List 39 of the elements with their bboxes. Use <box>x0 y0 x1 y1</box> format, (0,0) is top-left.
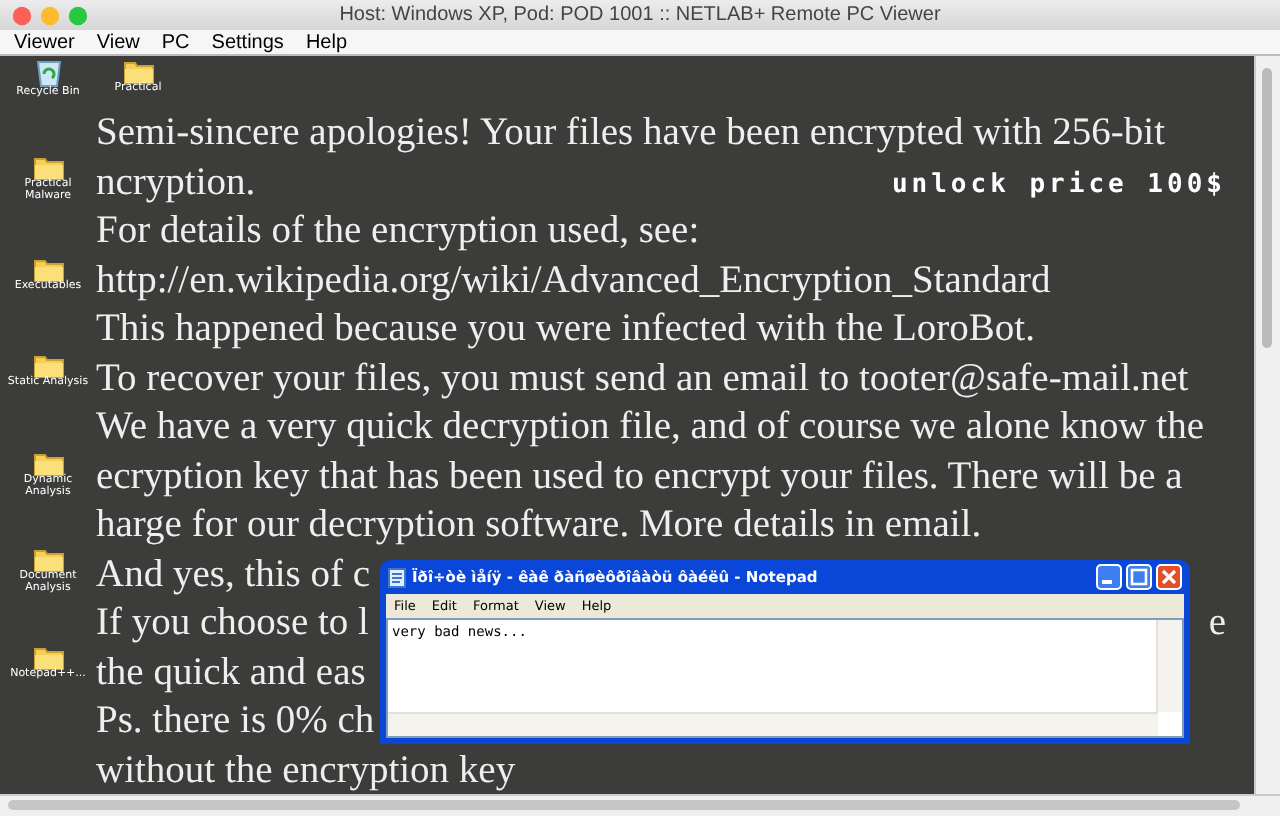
folder-icon[interactable] <box>123 58 153 84</box>
menu-item[interactable]: Settings <box>211 31 284 53</box>
note-text: ncryption. <box>96 161 256 206</box>
notepad-icon <box>388 567 406 587</box>
note-text: http://en.wikipedia.org/wiki/Advanced_Encryption_Standard <box>96 259 1051 304</box>
vertical-scrollbar[interactable] <box>1156 620 1182 712</box>
menu-item[interactable]: View <box>96 31 140 53</box>
close-button[interactable] <box>1156 564 1182 590</box>
minimize-button[interactable] <box>1096 564 1122 590</box>
note-text: Ps. there is 0% ch <box>96 700 375 745</box>
menu-item[interactable]: Viewer <box>14 31 75 53</box>
folder-icon[interactable] <box>33 154 63 180</box>
note-text: without the encryption key <box>96 749 516 794</box>
horizontal-scrollbar[interactable] <box>388 712 1158 736</box>
folder-icon[interactable] <box>33 546 63 572</box>
menu-item[interactable]: PC <box>161 31 190 53</box>
folder-icon[interactable] <box>33 352 63 378</box>
vertical-scrollbar[interactable] <box>1254 56 1280 794</box>
note-text: We have a very quick decryption file, and of course we alone know the <box>96 406 1204 451</box>
folder-icon[interactable] <box>33 450 63 476</box>
note-text: Semi-sincere apologies! Your files have been encrypted with 256-bit <box>96 112 1165 157</box>
note-text: And yes, this of c <box>96 553 371 598</box>
menu-item[interactable]: Help <box>305 31 348 53</box>
note-text: the quick and eas <box>96 651 366 696</box>
note-text: To recover your files, you must send an email to tooter@safe-mail.net <box>96 357 1189 402</box>
horizontal-scrollbar[interactable] <box>0 794 1280 816</box>
price-text: unlock price 100$ <box>891 170 1226 200</box>
close-button[interactable] <box>12 5 32 25</box>
note-text: harge for our decryption software. More details in email. <box>96 504 982 549</box>
recycle-bin-icon[interactable] <box>33 58 63 88</box>
note-text: ecryption key that has been used to encrypt your files. There will be a <box>96 455 1183 500</box>
window-title: Host: Windows XP, Pod: POD 1001 :: NETLAB+ Remote PC Viewer <box>337 4 943 26</box>
folder-icon[interactable] <box>33 644 63 670</box>
maximize-button[interactable] <box>1126 564 1152 590</box>
note-text: This happened because you were infected with the LoroBot. <box>96 308 1035 353</box>
note-text: For details of the encryption used, see: <box>96 210 700 255</box>
note-text: e <box>1208 602 1226 647</box>
note-text: If you choose to l <box>96 602 369 647</box>
folder-icon[interactable] <box>33 256 63 282</box>
